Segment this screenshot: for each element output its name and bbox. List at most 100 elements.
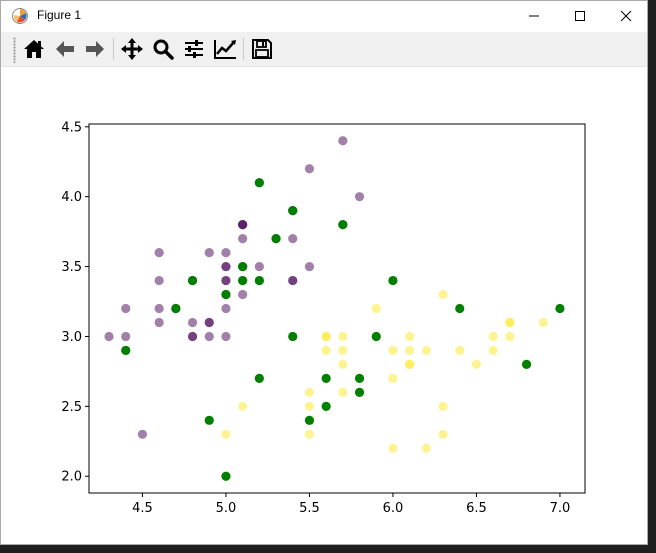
data-point-series-0 — [204, 331, 214, 342]
data-point-series-0 — [221, 331, 231, 342]
x-tick-label: 5.5 — [299, 501, 320, 516]
data-point-series-1 — [405, 345, 415, 356]
data-point-series-1 — [304, 387, 315, 397]
window-title: Figure 1 — [37, 8, 82, 22]
data-point-series-2 — [221, 471, 231, 481]
magnifier-icon — [153, 39, 174, 60]
data-point-series-0 — [154, 247, 164, 258]
data-point-series-0 — [137, 429, 148, 439]
toolbar-separator — [243, 38, 244, 60]
data-point-series-2 — [304, 415, 315, 425]
data-point-series-2 — [254, 178, 264, 188]
data-point-series-2 — [238, 275, 248, 286]
arrow-left-icon — [56, 41, 74, 57]
data-point-series-0 — [221, 261, 231, 272]
background-window-edge-bottom — [0, 545, 656, 553]
data-point-series-2 — [288, 331, 298, 342]
title-bar[interactable]: Figure 1 — [1, 1, 647, 31]
data-point-series-1 — [405, 359, 415, 370]
data-point-series-2 — [254, 275, 264, 286]
subplots-button[interactable] — [181, 36, 207, 62]
data-point-series-1 — [471, 359, 482, 370]
x-tick-label: 5.0 — [216, 501, 237, 516]
data-point-series-1 — [304, 429, 315, 439]
navigation-toolbar — [1, 32, 647, 67]
data-point-series-0 — [304, 164, 315, 174]
data-point-series-2 — [204, 415, 214, 425]
close-icon — [620, 10, 632, 22]
y-tick-label: 2.0 — [61, 470, 82, 485]
data-point-series-0 — [154, 317, 164, 328]
data-point-series-1 — [388, 345, 398, 356]
axes-edit-button[interactable] — [212, 36, 238, 62]
scatter-plot: 4.5 5.0 5.5 6.0 6.5 7.0 2.0 2.5 3.0 3.5 4.0 4.5 — [61, 120, 586, 516]
data-point-series-2 — [271, 234, 281, 244]
toolbar-separator — [113, 38, 114, 60]
data-point-series-2 — [371, 331, 381, 342]
data-point-series-2 — [338, 220, 348, 230]
x-tick-label: 4.5 — [132, 501, 153, 516]
data-point-series-1 — [488, 345, 498, 356]
data-point-series-1 — [488, 331, 498, 342]
data-point-series-2 — [187, 275, 198, 286]
data-point-series-0 — [187, 317, 198, 328]
data-point-series-1 — [455, 345, 465, 356]
data-point-series-2 — [121, 345, 131, 356]
y-tick-label: 4.0 — [61, 190, 82, 205]
y-tick-label: 3.0 — [61, 330, 82, 345]
data-point-series-2 — [354, 387, 365, 397]
data-point-series-0 — [338, 136, 348, 146]
data-point-series-2 — [354, 373, 365, 383]
x-tick-label: 6.5 — [466, 501, 487, 516]
move-icon — [121, 38, 143, 60]
data-point-series-1 — [505, 331, 515, 342]
data-point-series-1 — [421, 345, 431, 356]
figure-canvas[interactable]: 4.5 5.0 5.5 6.0 6.5 7.0 2.0 2.5 3.0 3.5 4.0 4.5 — [1, 67, 647, 544]
data-point-series-2 — [555, 303, 565, 314]
data-point-series-1 — [388, 373, 398, 383]
data-point-series-0 — [238, 220, 248, 230]
matplotlib-logo-icon — [12, 8, 28, 24]
data-point-series-0 — [221, 275, 231, 286]
data-point-series-1 — [238, 401, 248, 411]
data-point-series-1 — [321, 345, 331, 356]
data-point-series-2 — [221, 289, 231, 300]
data-point-series-0 — [238, 289, 248, 300]
data-point-series-0 — [121, 303, 131, 314]
home-button[interactable] — [21, 36, 47, 62]
zoom-button[interactable] — [150, 36, 176, 62]
data-point-series-0 — [304, 261, 315, 272]
data-point-series-2 — [254, 373, 264, 383]
minimize-button[interactable] — [511, 1, 557, 31]
data-point-series-1 — [438, 289, 448, 300]
data-point-series-1 — [304, 401, 315, 411]
sliders-icon — [185, 40, 203, 58]
data-point-series-2 — [521, 359, 532, 370]
data-point-series-0 — [204, 247, 214, 258]
data-point-series-0 — [187, 331, 198, 342]
data-point-series-0 — [254, 261, 264, 272]
close-button[interactable] — [603, 1, 649, 31]
data-point-series-2 — [388, 275, 398, 286]
data-point-series-2 — [238, 261, 248, 272]
y-tick-label: 2.5 — [61, 400, 82, 415]
data-point-series-0 — [221, 247, 231, 258]
data-point-series-2 — [288, 206, 298, 216]
data-point-series-0 — [238, 234, 248, 244]
background-window-edge-right — [648, 0, 656, 553]
forward-button[interactable] — [82, 36, 108, 62]
x-tick-label: 6.0 — [383, 501, 404, 516]
data-point-series-2 — [321, 401, 331, 411]
maximize-button[interactable] — [557, 1, 603, 31]
back-button[interactable] — [52, 36, 78, 62]
data-point-series-2 — [455, 303, 465, 314]
data-point-series-0 — [154, 303, 164, 314]
data-point-series-1 — [438, 429, 448, 439]
data-point-series-1 — [338, 387, 348, 397]
data-point-series-0 — [104, 331, 114, 342]
toolbar-grip[interactable] — [13, 37, 16, 63]
y-tick-label: 4.5 — [61, 120, 82, 135]
floppy-disk-icon — [252, 39, 272, 59]
pan-button[interactable] — [119, 36, 145, 62]
save-button[interactable] — [249, 36, 275, 62]
